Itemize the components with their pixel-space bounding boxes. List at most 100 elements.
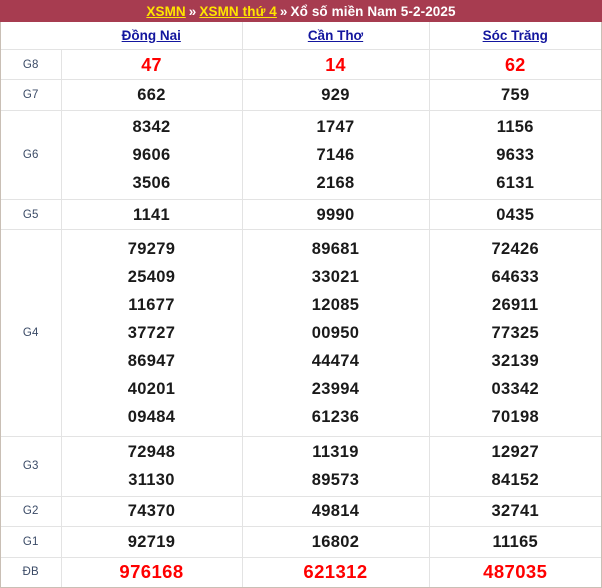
breadcrumb-link-xsmn[interactable]: XSMN (146, 4, 185, 19)
prize-number: 16802 (311, 532, 360, 551)
prize-number: 40201 (127, 380, 176, 399)
prize-number: 00950 (311, 324, 360, 343)
prize-cell: 16802 (242, 526, 430, 558)
prize-label: G7 (1, 79, 62, 111)
prize-number: 3506 (132, 173, 171, 192)
prize-number-group: 92719 (62, 527, 242, 556)
prize-cell: 89681 33021 12085 00950 44474 23994 61236 (242, 229, 430, 437)
prize-cell: 79279 25409 11677 37727 86947 40201 09484 (61, 229, 243, 437)
prize-cell: 14 (242, 49, 430, 81)
prize-number: 1141 (133, 205, 170, 224)
prize-number-group: 62 (430, 50, 602, 79)
prize-number: 84152 (491, 471, 539, 490)
prize-number: 72948 (127, 443, 176, 462)
prize-number: 662 (137, 86, 166, 105)
table-row: G1 92719 16802 11165 (1, 526, 602, 558)
prize-cell: 72948 31130 (61, 436, 243, 497)
prize-cell: 759 (429, 79, 602, 111)
prize-number: 86947 (127, 352, 176, 371)
prize-cell: 0435 (429, 199, 601, 231)
prize-number: 759 (501, 86, 530, 105)
prize-label: G2 (1, 496, 62, 528)
prize-cell: 11165 (429, 526, 602, 558)
prize-number: 61236 (311, 408, 360, 427)
province-header-row: Đồng Nai Cần Thơ Sóc Trăng (1, 22, 601, 50)
header-corner-cell (1, 22, 61, 50)
prize-cell: 11319 89573 (242, 436, 430, 497)
province-link-2[interactable]: Cần Thơ (308, 28, 363, 43)
prize-number: 44474 (311, 352, 360, 371)
prize-number: 0435 (496, 205, 535, 224)
prize-number: 26911 (492, 296, 539, 315)
table-row: G4 79279 25409 11677 37727 86947 40201 09484 896… (1, 229, 602, 437)
prize-number: 976168 (119, 561, 184, 583)
table-row: G2 74370 49814 32741 (1, 496, 601, 528)
prize-cell: 976168 (61, 557, 243, 587)
prize-number: 9633 (496, 145, 535, 164)
prize-number: 31130 (128, 471, 175, 490)
prize-label: G3 (1, 436, 62, 497)
prize-number: 6131 (496, 173, 535, 192)
prize-number-group: 759 (430, 80, 602, 109)
prize-number: 32741 (491, 502, 539, 521)
prize-number: 12085 (311, 296, 360, 315)
prize-cell: 12927 84152 (429, 436, 601, 497)
province-header-2: Cần Thơ (242, 22, 430, 50)
prize-number: 49814 (311, 502, 360, 521)
province-link-3[interactable]: Sóc Trăng (483, 28, 548, 43)
prize-cell: 32741 (429, 496, 601, 528)
page-title-text: Xổ số miền Nam 5-2-2025 (290, 3, 456, 19)
breadcrumb-separator-1: » (188, 3, 197, 19)
prize-number-group: 72426 64633 26911 77325 32139 03342 70198 (430, 230, 602, 436)
prize-number-group: 72948 31130 (62, 437, 242, 496)
prize-label: G8 (1, 49, 62, 81)
prize-number-group: 11165 (430, 527, 602, 556)
prize-cell: 74370 (61, 496, 243, 528)
prize-number: 70198 (491, 408, 539, 427)
prize-number: 929 (321, 86, 350, 105)
prize-number: 32139 (491, 352, 539, 371)
prize-number: 33021 (311, 268, 360, 287)
province-link-1[interactable]: Đồng Nai (122, 28, 181, 43)
province-header-3: Sóc Trăng (429, 22, 601, 50)
prize-number: 62 (504, 54, 526, 75)
prize-number-group: 89681 33021 12085 00950 44474 23994 61236 (243, 230, 429, 436)
prize-number: 09484 (127, 408, 176, 427)
prize-number: 72426 (491, 240, 539, 259)
results-table-container: Đồng Nai Cần Thơ Sóc Trăng G8 47 14 62 G7 662… (0, 22, 602, 588)
prize-number-group: 49814 (243, 497, 429, 526)
table-header: Đồng Nai Cần Thơ Sóc Trăng (1, 22, 601, 50)
table-body: G8 47 14 62 G7 662 929 759 G6 8342 9606 3506 1747 714… (1, 49, 602, 587)
table-row: G7 662 929 759 (1, 79, 602, 111)
prize-label: G5 (1, 199, 62, 231)
lottery-results-table: Đồng Nai Cần Thơ Sóc Trăng G8 47 14 62 G7 662… (1, 22, 601, 587)
prize-number: 11319 (312, 443, 359, 462)
prize-number: 89573 (311, 471, 360, 490)
prize-number-group: 47 (62, 50, 242, 79)
prize-number: 77325 (491, 324, 539, 343)
prize-cell: 621312 (242, 557, 430, 587)
prize-label: ĐB (1, 557, 62, 587)
prize-number: 47 (141, 54, 162, 75)
prize-number-group: 976168 (62, 558, 242, 587)
prize-cell: 72426 64633 26911 77325 32139 03342 70198 (429, 229, 602, 437)
prize-number-group: 487035 (430, 558, 602, 587)
prize-number: 14 (325, 54, 346, 75)
prize-number: 11165 (492, 532, 539, 551)
prize-number: 64633 (491, 268, 539, 287)
prize-cell: 1156 9633 6131 (429, 110, 601, 200)
prize-number: 11677 (128, 296, 175, 315)
prize-number: 9990 (316, 205, 355, 224)
breadcrumb-link-xsmn-thu-4[interactable]: XSMN thứ 4 (199, 4, 277, 19)
table-row: G6 8342 9606 3506 1747 7146 2168 1156 9633 6131 (1, 110, 601, 200)
prize-number-group: 16802 (243, 527, 429, 556)
prize-number: 1156 (496, 117, 534, 136)
prize-number: 37727 (127, 324, 176, 343)
breadcrumb-separator-2: » (279, 3, 288, 19)
province-header-1: Đồng Nai (61, 22, 243, 50)
table-row: G5 1141 9990 0435 (1, 199, 601, 231)
prize-number: 74370 (127, 502, 176, 521)
prize-number-group: 929 (243, 80, 429, 109)
prize-number: 9606 (132, 145, 171, 164)
prize-label: G4 (1, 229, 62, 437)
